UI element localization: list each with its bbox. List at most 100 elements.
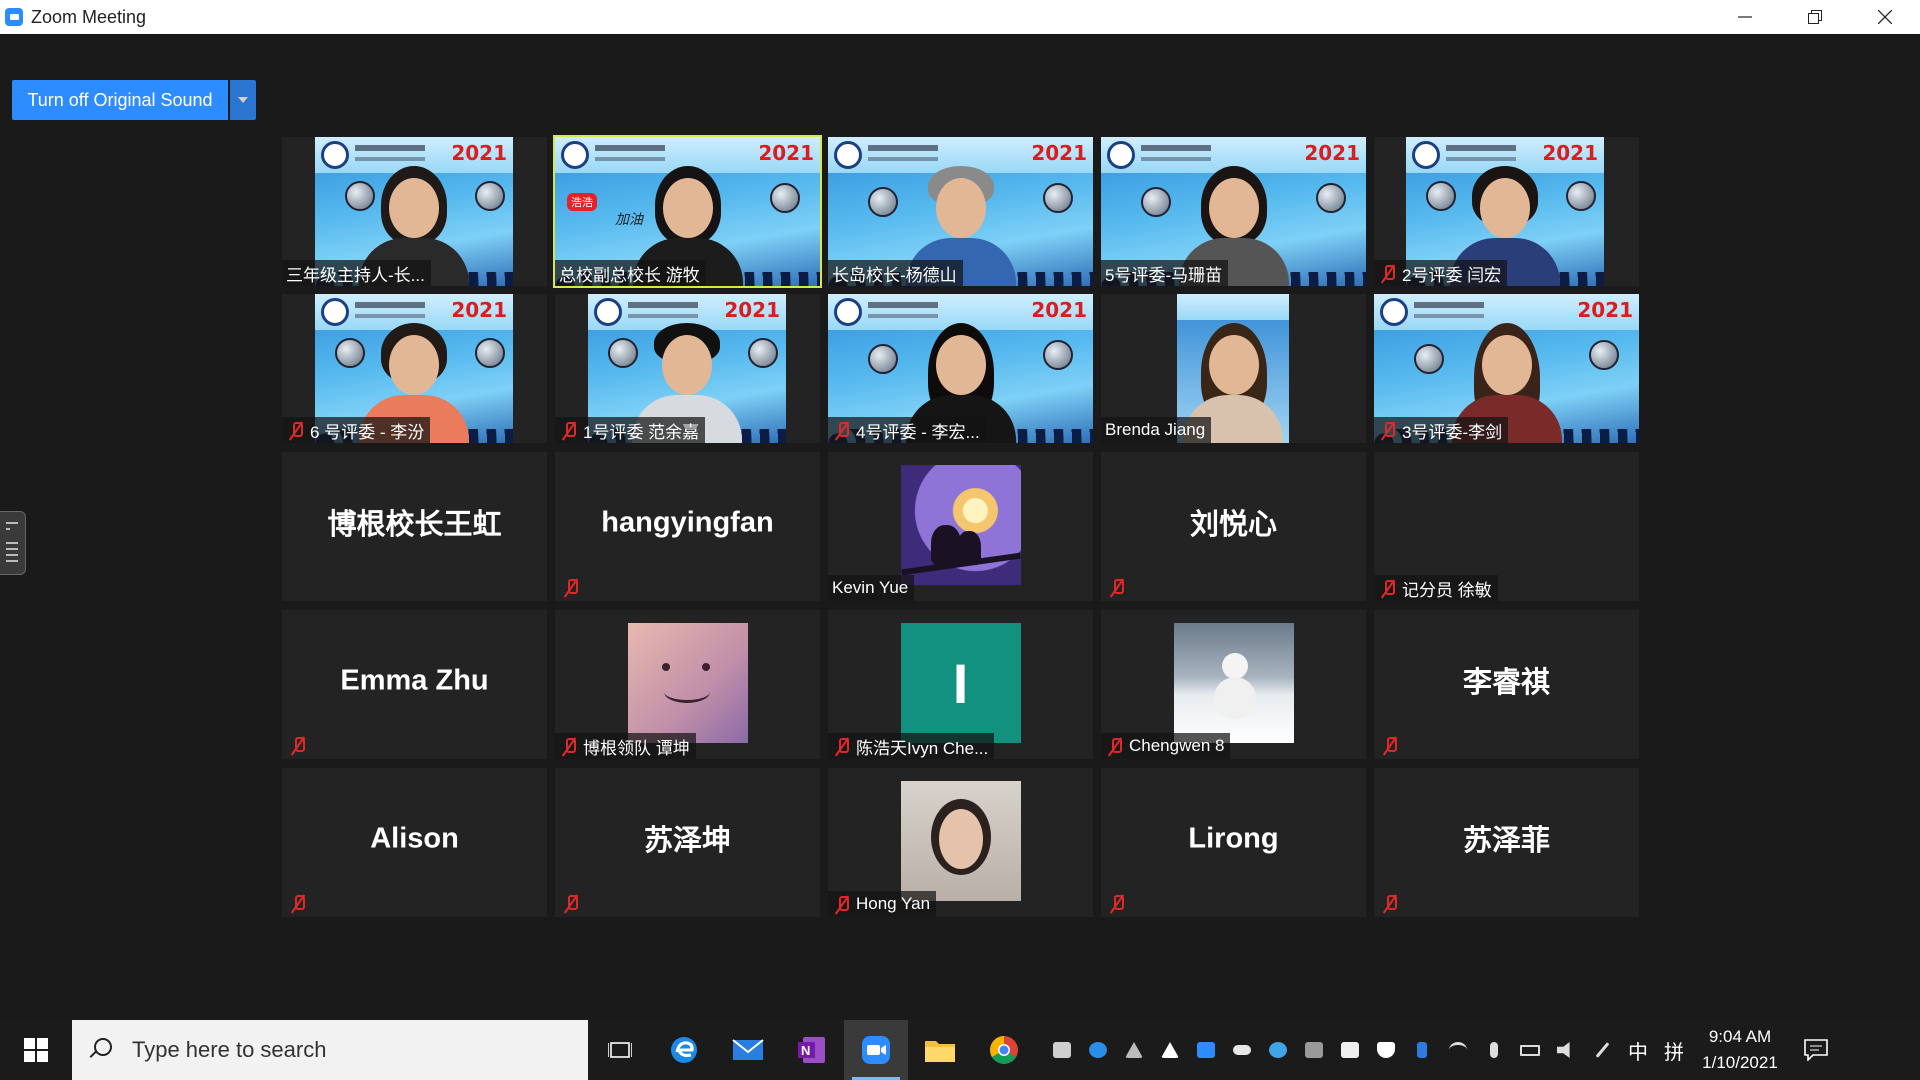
muted-mic-icon bbox=[1107, 577, 1127, 597]
tray-app-icon[interactable] bbox=[1116, 1020, 1152, 1080]
video-tile[interactable]: Hong Yan bbox=[828, 768, 1093, 917]
video-tile[interactable]: 记分员 徐敏 bbox=[1374, 452, 1639, 601]
tray-app-icon[interactable] bbox=[1332, 1020, 1368, 1080]
chrome-icon bbox=[990, 1036, 1018, 1064]
video-tile[interactable]: 2021 1号评委 范余嘉 bbox=[555, 294, 820, 443]
folder-icon bbox=[925, 1041, 955, 1062]
clock-date: 1/10/2021 bbox=[1702, 1053, 1778, 1072]
video-tile[interactable]: 2021 长岛校长-杨德山 bbox=[828, 137, 1093, 286]
task-view-button[interactable] bbox=[588, 1020, 652, 1080]
video-tile[interactable]: Chengwen 8 bbox=[1101, 610, 1366, 759]
search-icon bbox=[88, 1038, 112, 1062]
video-tile[interactable]: 2021 6 号评委 - 李汾 bbox=[282, 294, 547, 443]
participant-name: 博根领队 谭坤 bbox=[555, 733, 696, 759]
video-tile[interactable]: Kevin Yue bbox=[828, 452, 1093, 601]
minimize-icon bbox=[1738, 16, 1752, 18]
file-explorer-button[interactable] bbox=[908, 1020, 972, 1080]
volume-icon bbox=[1557, 1042, 1570, 1058]
video-tile[interactable]: 博根校长王虹 bbox=[282, 452, 547, 601]
ime-mode-button[interactable]: 拼 bbox=[1656, 1020, 1692, 1080]
muted-mic-icon bbox=[559, 420, 579, 440]
start-button[interactable] bbox=[0, 1020, 72, 1080]
battery-button[interactable] bbox=[1512, 1020, 1548, 1080]
video-tile[interactable]: 2021 5号评委-马珊苗 bbox=[1101, 137, 1366, 286]
tray-app-icon[interactable] bbox=[1440, 1020, 1476, 1080]
video-tile[interactable]: 2021 3号评委-李剑 bbox=[1374, 294, 1639, 443]
edge-app-button[interactable] bbox=[652, 1020, 716, 1080]
onenote-app-button[interactable]: N bbox=[780, 1020, 844, 1080]
zoom-logo-icon bbox=[5, 8, 23, 26]
tray-app-icon[interactable] bbox=[1152, 1020, 1188, 1080]
video-tile[interactable]: Emma Zhu bbox=[282, 610, 547, 759]
muted-mic-icon bbox=[288, 735, 308, 755]
video-tile[interactable]: Lirong bbox=[1101, 768, 1366, 917]
participant-display-name: Emma Zhu bbox=[340, 664, 489, 697]
muted-mic-icon bbox=[1378, 420, 1398, 440]
video-tile[interactable]: 刘悦心 bbox=[1101, 452, 1366, 601]
minimize-button[interactable] bbox=[1710, 0, 1780, 34]
tray-app-icon[interactable] bbox=[1224, 1020, 1260, 1080]
tray-app-icon[interactable] bbox=[1296, 1020, 1332, 1080]
input-language-button[interactable]: 中 bbox=[1620, 1020, 1656, 1080]
video-tile[interactable]: 博根领队 谭坤 bbox=[555, 610, 820, 759]
participant-name: Brenda Jiang bbox=[1101, 417, 1212, 443]
tray-app-icon[interactable] bbox=[1260, 1020, 1296, 1080]
muted-mic-icon bbox=[1105, 736, 1125, 756]
profile-picture bbox=[900, 465, 1021, 585]
video-tile[interactable]: hangyingfan bbox=[555, 452, 820, 601]
chrome-app-button[interactable] bbox=[972, 1020, 1036, 1080]
mail-app-button[interactable] bbox=[716, 1020, 780, 1080]
video-tile[interactable]: 苏泽坤 bbox=[555, 768, 820, 917]
zoom-app-button[interactable] bbox=[844, 1020, 908, 1080]
participant-name: 3号评委-李剑 bbox=[1374, 417, 1509, 443]
participant-name: 4号评委 - 李宏... bbox=[828, 417, 986, 443]
video-tile[interactable]: Brenda Jiang bbox=[1101, 294, 1366, 443]
cheer-tag: 浩浩 bbox=[567, 193, 597, 211]
close-button[interactable] bbox=[1850, 0, 1920, 34]
participant-name: 陈浩天Ivyn Che... bbox=[828, 733, 995, 759]
muted-mic-icon bbox=[1378, 263, 1398, 283]
tray-app-icon[interactable] bbox=[1404, 1020, 1440, 1080]
video-tile[interactable]: 2021 三年级主持人-长... bbox=[282, 137, 547, 286]
turn-off-original-sound-button[interactable]: Turn off Original Sound bbox=[12, 80, 228, 120]
clock[interactable]: 9:04 AM 1/10/2021 bbox=[1692, 1024, 1788, 1076]
close-icon bbox=[1878, 10, 1892, 24]
video-tile[interactable]: I 陈浩天Ivyn Che... bbox=[828, 610, 1093, 759]
participant-name: 记分员 徐敏 bbox=[1374, 575, 1498, 601]
battery-icon bbox=[1520, 1044, 1540, 1056]
mail-icon bbox=[732, 1039, 764, 1060]
taskbar-search-box[interactable]: Type here to search bbox=[72, 1020, 588, 1080]
vpn-icon bbox=[1341, 1042, 1359, 1058]
action-center-button[interactable] bbox=[1788, 1039, 1844, 1061]
video-tile[interactable]: 2021 4号评委 - 李宏... bbox=[828, 294, 1093, 443]
video-tile[interactable]: Alison bbox=[282, 768, 547, 917]
restore-button[interactable] bbox=[1780, 0, 1850, 34]
globe-icon bbox=[1089, 1042, 1107, 1058]
tray-app-icon[interactable] bbox=[1368, 1020, 1404, 1080]
video-tile-active-speaker[interactable]: 2021 浩浩 加油 总校副总校长 游牧 bbox=[553, 135, 822, 288]
volume-button[interactable] bbox=[1548, 1020, 1584, 1080]
muted-mic-icon bbox=[1380, 893, 1400, 913]
video-tile[interactable]: 2021 2号评委 闫宏 bbox=[1374, 137, 1639, 286]
video-tile[interactable]: 苏泽菲 bbox=[1374, 768, 1639, 917]
muted-mic-icon bbox=[1107, 893, 1127, 913]
video-tile[interactable]: 李睿祺 bbox=[1374, 610, 1639, 759]
tray-app-icon[interactable] bbox=[1188, 1020, 1224, 1080]
muted-mic-icon bbox=[1378, 578, 1398, 598]
profile-picture bbox=[900, 781, 1021, 901]
task-view-icon bbox=[608, 1042, 632, 1058]
tray-app-icon[interactable] bbox=[1476, 1020, 1512, 1080]
tray-app-icon[interactable] bbox=[1080, 1020, 1116, 1080]
tray-app-icon[interactable] bbox=[1044, 1020, 1080, 1080]
participant-display-name: 博根校长王虹 bbox=[327, 508, 502, 541]
thumbnail-panel-handle[interactable] bbox=[0, 511, 26, 575]
original-sound-dropdown[interactable] bbox=[230, 80, 256, 120]
participant-display-name: 苏泽菲 bbox=[1462, 824, 1550, 857]
participant-name: 1号评委 范余嘉 bbox=[555, 417, 706, 443]
avatar-initial: I bbox=[900, 623, 1021, 743]
bluetooth-icon bbox=[1417, 1042, 1427, 1058]
window-title: Zoom Meeting bbox=[31, 6, 147, 27]
participant-name: 总校副总校长 游牧 bbox=[555, 260, 706, 286]
google-drive-icon bbox=[1161, 1042, 1179, 1058]
pen-button[interactable] bbox=[1584, 1020, 1620, 1080]
